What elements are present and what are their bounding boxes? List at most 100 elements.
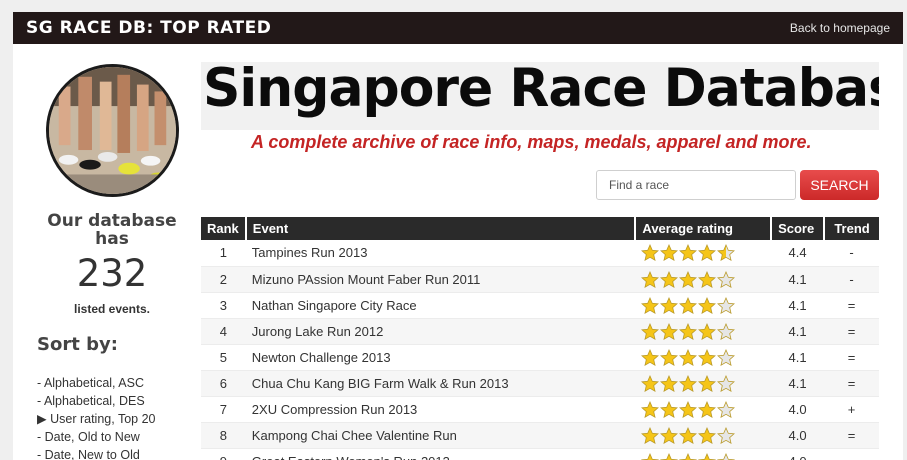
trend-cell: = (824, 370, 879, 397)
star-full-icon (660, 244, 679, 262)
star-empty-icon (717, 270, 736, 288)
rating-cell (635, 370, 772, 397)
star-empty-icon (717, 296, 736, 314)
star-full-icon (698, 244, 717, 262)
star-rating (641, 270, 765, 288)
rating-cell (635, 240, 772, 267)
star-half-icon (717, 244, 736, 262)
trend-cell: - (824, 266, 879, 293)
star-full-icon (679, 348, 698, 366)
rating-cell (635, 344, 772, 371)
rank-cell: 5 (201, 344, 246, 371)
table-row[interactable]: 5 Newton Challenge 2013 4.1 = (201, 344, 879, 371)
event-name-link[interactable]: Nathan Singapore City Race (245, 292, 636, 319)
star-full-icon (641, 400, 660, 418)
star-full-icon (679, 426, 698, 444)
event-name-link[interactable]: Chua Chu Kang BIG Farm Walk & Run 2013 (245, 370, 636, 397)
sort-alphabetical-asc[interactable]: - Alphabetical, ASC (37, 374, 155, 392)
header-rank: Rank (201, 217, 247, 240)
rank-cell: 2 (201, 266, 246, 293)
star-rating (641, 348, 765, 366)
star-full-icon (679, 270, 698, 288)
search-button[interactable]: SEARCH (800, 170, 879, 200)
back-to-homepage-link[interactable]: Back to homepage (790, 21, 890, 35)
star-full-icon (679, 374, 698, 392)
star-full-icon (679, 296, 698, 314)
event-name-link[interactable]: Jurong Lake Run 2012 (245, 318, 636, 345)
star-empty-icon (717, 374, 736, 392)
star-full-icon (679, 400, 698, 418)
event-name-link[interactable]: Great Eastern Women's Run 2013 (245, 448, 636, 460)
score-cell: 4.0 (771, 396, 825, 423)
rank-cell: 8 (201, 422, 246, 449)
event-name-link[interactable]: Mizuno PAssion Mount Faber Run 2011 (245, 266, 636, 293)
trend-cell: - (824, 240, 879, 267)
event-count-caption: listed events. (73, 302, 151, 316)
star-full-icon (660, 426, 679, 444)
table-row[interactable]: 2 Mizuno PAssion Mount Faber Run 2011 4.1- (201, 266, 879, 293)
event-name-link[interactable]: Newton Challenge 2013 (245, 344, 636, 371)
sort-date-old-to-new[interactable]: - Date, Old to New (37, 428, 155, 446)
table-row[interactable]: 9Great Eastern Women's Run 2013 4.0= (201, 448, 879, 460)
star-full-icon (698, 296, 717, 314)
sort-alphabetical-des[interactable]: - Alphabetical, DES (37, 392, 155, 410)
star-full-icon (698, 348, 717, 366)
star-full-icon (641, 244, 660, 262)
sort-options: - Alphabetical, ASC - Alphabetical, DES … (37, 374, 155, 460)
star-full-icon (660, 348, 679, 366)
trend-cell: = (824, 292, 879, 319)
event-name-link[interactable]: Kampong Chai Chee Valentine Run (245, 422, 636, 449)
ranking-table: Rank Event Average rating Score Trend 1T… (201, 217, 879, 460)
score-cell: 4.0 (771, 422, 825, 449)
star-rating (641, 296, 765, 314)
star-full-icon (698, 426, 717, 444)
sort-user-rating-top20[interactable]: ▶ User rating, Top 20 (37, 410, 155, 428)
star-full-icon (698, 322, 717, 340)
star-empty-icon (717, 322, 736, 340)
star-full-icon (641, 296, 660, 314)
table-row[interactable]: 4 Jurong Lake Run 2012 4.1 = (201, 318, 879, 345)
event-name-link[interactable]: 2XU Compression Run 2013 (245, 396, 636, 423)
rank-cell: 3 (201, 292, 246, 319)
rating-cell (635, 292, 772, 319)
star-empty-icon (717, 452, 736, 460)
rating-cell (635, 318, 772, 345)
star-full-icon (641, 374, 660, 392)
rating-cell (635, 448, 772, 460)
star-full-icon (698, 270, 717, 288)
star-full-icon (641, 452, 660, 460)
trend-cell: + (824, 396, 879, 423)
star-full-icon (698, 374, 717, 392)
table-row[interactable]: 6 Chua Chu Kang BIG Farm Walk & Run 2013 4… (201, 370, 879, 397)
header-event: Event (245, 217, 637, 240)
star-full-icon (679, 322, 698, 340)
star-full-icon (660, 296, 679, 314)
star-rating (641, 452, 765, 460)
star-rating (641, 322, 765, 340)
star-rating (641, 426, 765, 444)
star-rating (641, 400, 765, 418)
event-count: 232 (76, 252, 148, 295)
score-cell: 4.0 (771, 448, 825, 460)
rank-cell: 6 (201, 370, 246, 397)
trend-cell: = (824, 422, 879, 449)
rating-cell (635, 396, 772, 423)
rating-cell (635, 266, 772, 293)
runners-image (49, 67, 176, 194)
star-full-icon (641, 348, 660, 366)
event-name-link[interactable]: Tampines Run 2013 (245, 240, 636, 267)
rank-cell: 7 (201, 396, 246, 423)
search-input[interactable] (596, 170, 796, 200)
table-row[interactable]: 1 Tampines Run 2013 4.4- (201, 240, 879, 267)
star-full-icon (660, 374, 679, 392)
sort-date-new-to-old[interactable]: - Date, New to Old (37, 446, 155, 460)
table-row[interactable]: 7 2XU Compression Run 2013 4.0 + (201, 396, 879, 423)
star-full-icon (698, 452, 717, 460)
star-full-icon (660, 400, 679, 418)
top-bar: SG RACE DB: TOP RATED Back to homepage (13, 12, 903, 44)
trend-cell: = (824, 448, 879, 460)
rank-cell: 4 (201, 318, 246, 345)
header-score: Score (771, 217, 826, 240)
table-row[interactable]: 3 Nathan Singapore City Race 4.1 = (201, 292, 879, 319)
table-row[interactable]: 8 Kampong Chai Chee Valentine Run 4.0 = (201, 422, 879, 449)
